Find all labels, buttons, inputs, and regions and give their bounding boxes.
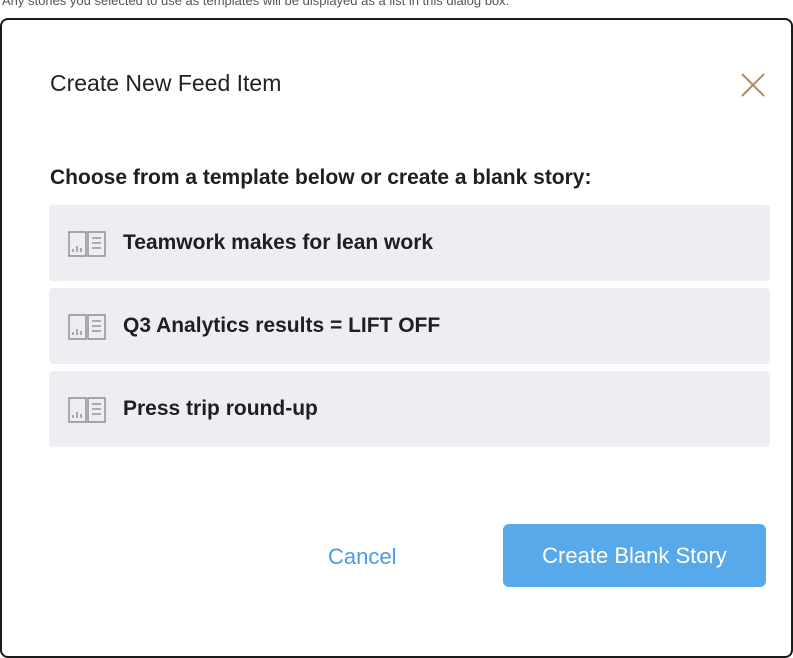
template-label: Press trip round-up bbox=[123, 397, 318, 420]
template-label: Q3 Analytics results = LIFT OFF bbox=[123, 314, 441, 337]
dialog-title: Create New Feed Item bbox=[50, 70, 282, 96]
template-item[interactable]: Press trip round-up bbox=[49, 371, 770, 447]
template-list: Teamwork makes for lean work Q3 Analytic… bbox=[49, 205, 770, 454]
dialog-subtitle: Choose from a template below or create a… bbox=[50, 166, 592, 189]
create-feed-item-dialog: Create New Feed Item Choose from a templ… bbox=[0, 18, 793, 658]
book-icon bbox=[68, 231, 106, 257]
book-icon bbox=[68, 397, 106, 423]
caption-text: Any stories you selected to use as templ… bbox=[2, 0, 510, 8]
close-icon[interactable] bbox=[739, 71, 767, 99]
template-item[interactable]: Teamwork makes for lean work bbox=[49, 205, 770, 281]
template-item[interactable]: Q3 Analytics results = LIFT OFF bbox=[49, 288, 770, 364]
create-blank-story-button[interactable]: Create Blank Story bbox=[503, 524, 766, 587]
template-label: Teamwork makes for lean work bbox=[123, 231, 434, 254]
cancel-button[interactable]: Cancel bbox=[328, 544, 396, 570]
book-icon bbox=[68, 314, 106, 340]
